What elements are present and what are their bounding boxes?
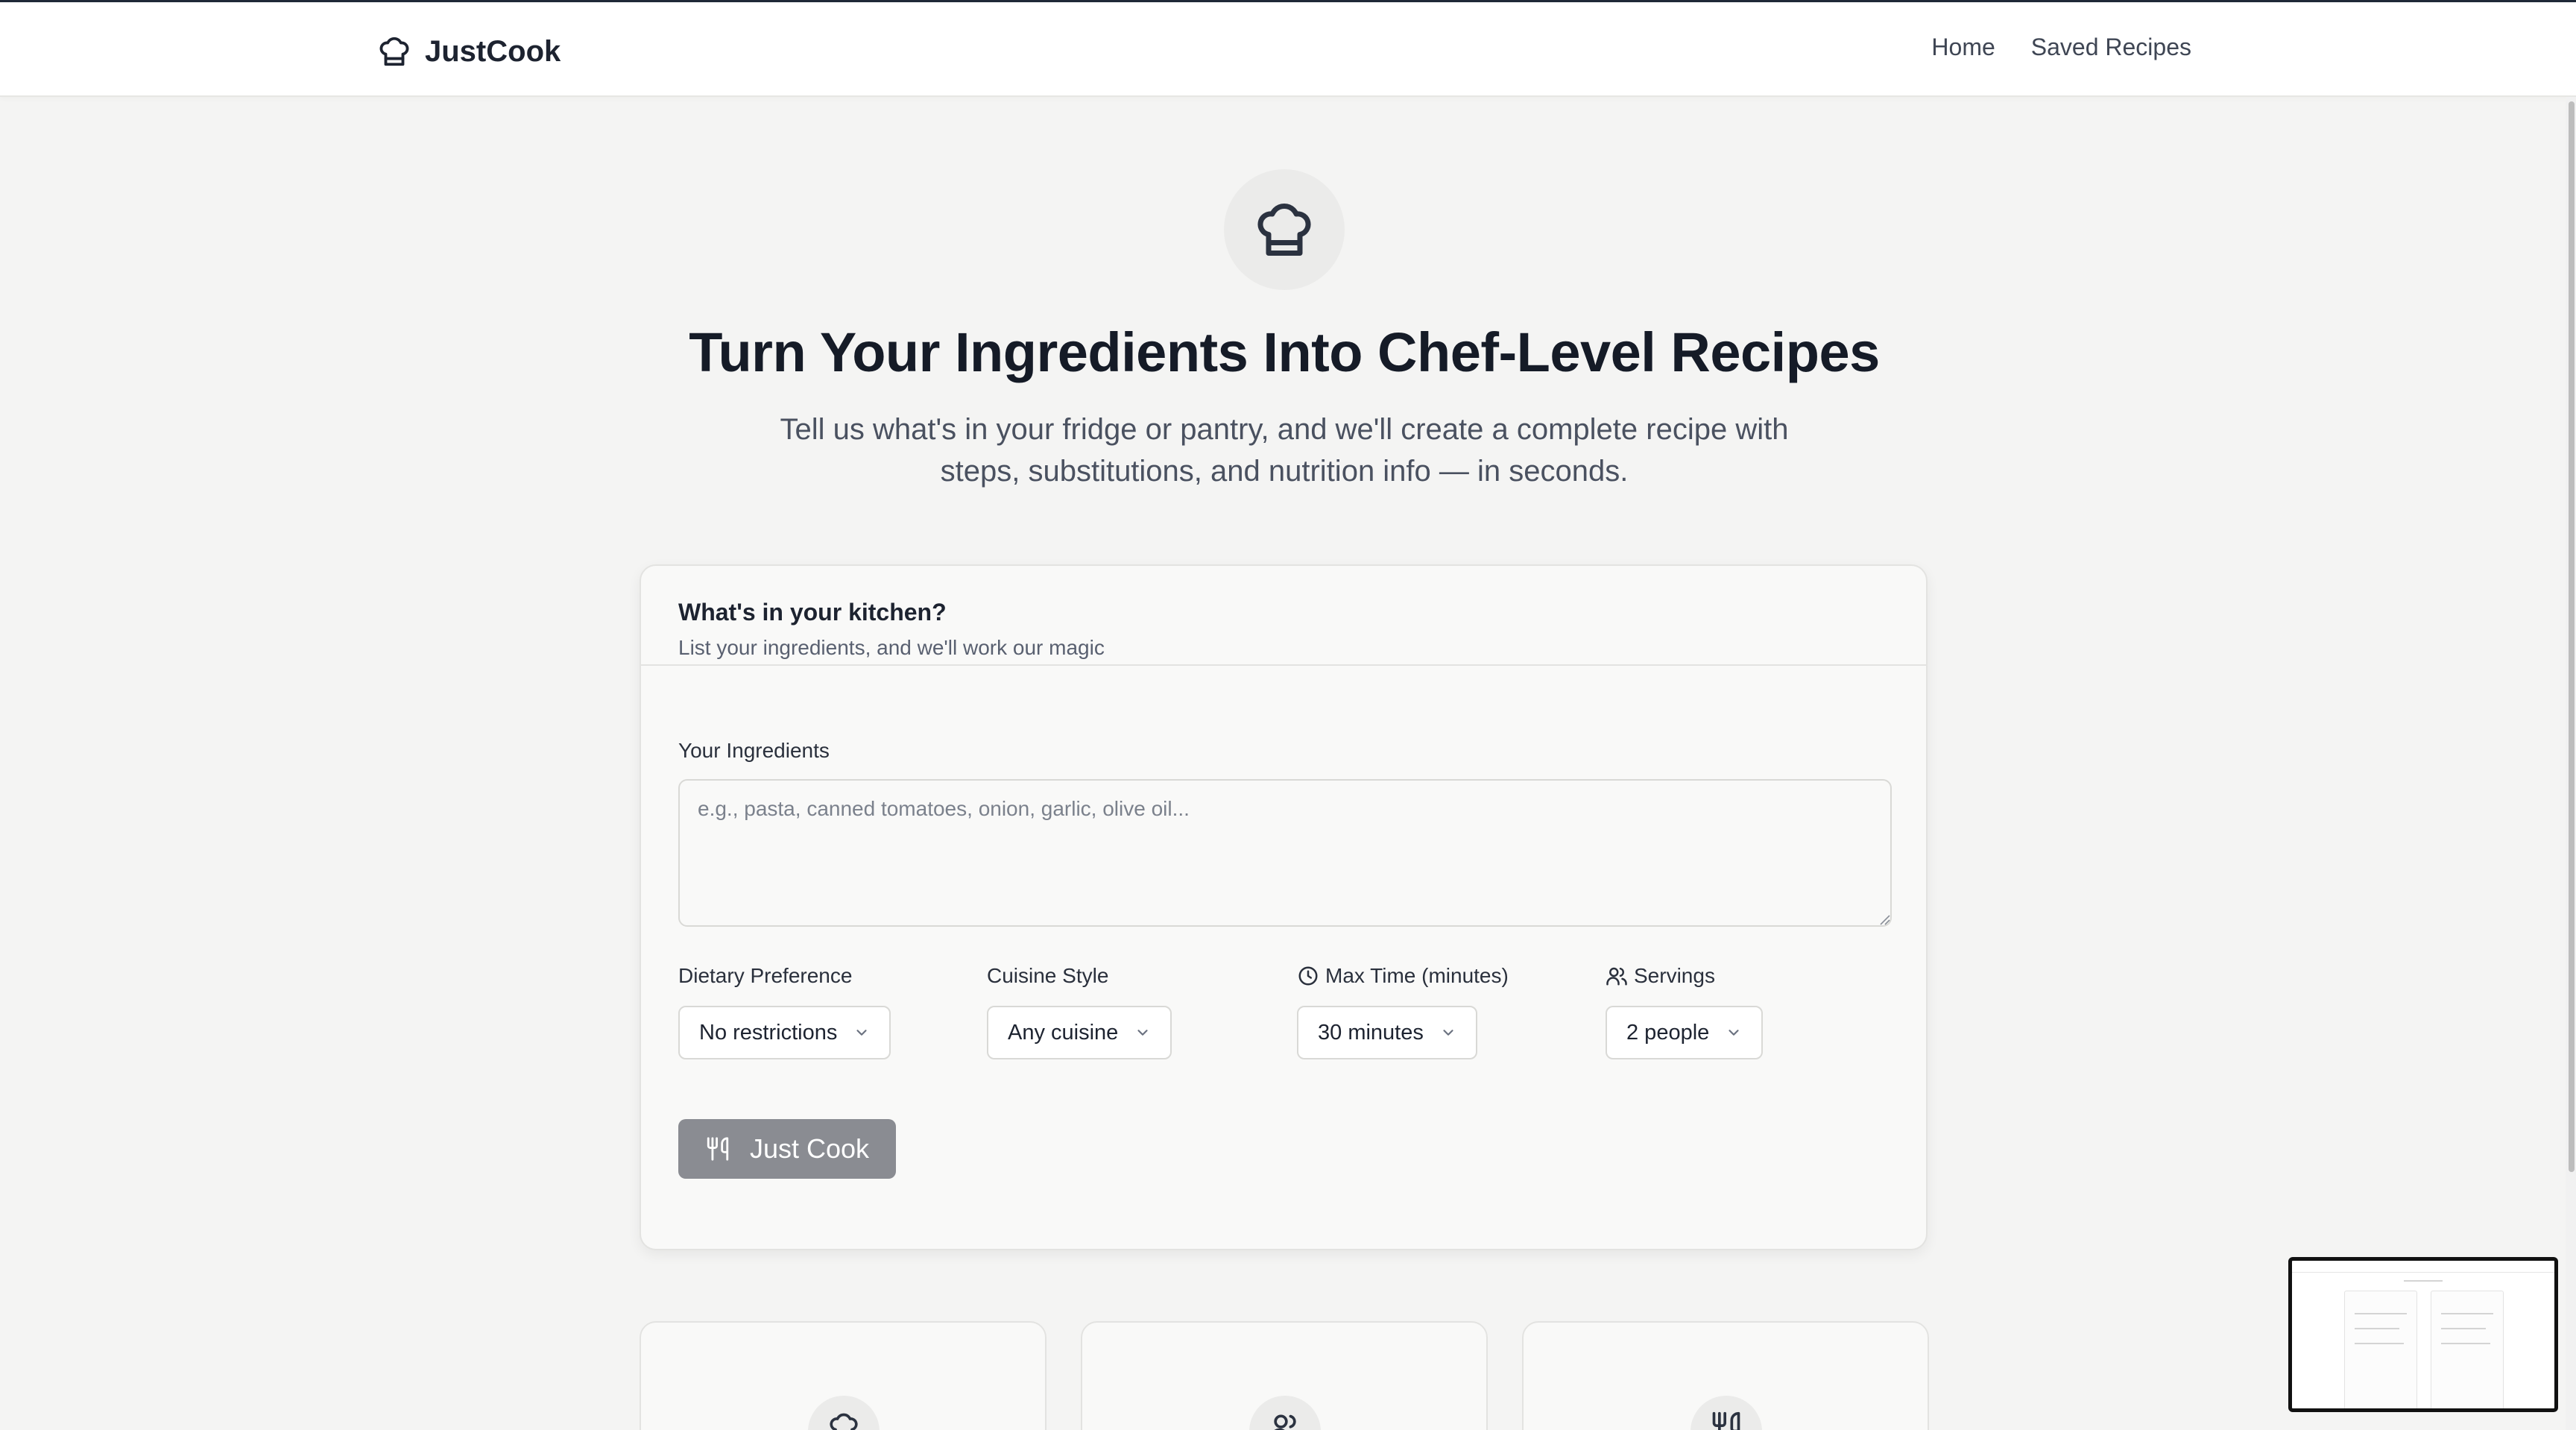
clock-icon [1298, 966, 1318, 986]
ingredients-label-text: Your Ingredients [678, 739, 830, 762]
just-cook-button-label: Just Cook [749, 1133, 870, 1164]
users-icon [1274, 1414, 1296, 1430]
just-cook-button[interactable]: Just Cook [678, 1119, 896, 1179]
max-time-select[interactable]: 30 minutes [1297, 1006, 1477, 1059]
max-time-label: Max Time (minutes) [1297, 964, 1509, 988]
users-icon [1606, 967, 1627, 986]
preview-thumbnail[interactable] [2288, 1257, 2558, 1412]
servings-label-text: Servings [1634, 964, 1715, 987]
recipe-form-card: What's in your kitchen? List your ingred… [640, 564, 1928, 1250]
cuisine-select-value: Any cuisine [1008, 1020, 1119, 1045]
servings-label: Servings [1606, 964, 1715, 988]
brand-logo[interactable]: JustCook [377, 31, 561, 72]
utensils-icon [707, 1137, 729, 1161]
chef-hat-icon [1257, 203, 1311, 256]
preview-line [2355, 1328, 2399, 1329]
feature-icon-badge [1690, 1396, 1762, 1430]
chevron-down-icon [1443, 1030, 1453, 1036]
brand-name: JustCook [425, 34, 561, 68]
hero-icon-badge [1224, 169, 1345, 290]
top-navbar: JustCook Home Saved Recipes [0, 0, 2576, 97]
preview-topbar [2292, 1261, 2554, 1273]
dietary-label: Dietary Preference [678, 964, 852, 988]
dietary-label-text: Dietary Preference [678, 964, 853, 987]
servings-select[interactable]: 2 people [1606, 1006, 1764, 1059]
nav-saved-recipes-link[interactable]: Saved Recipes [2031, 34, 2191, 61]
servings-select-value: 2 people [1626, 1020, 1710, 1045]
chevron-down-icon [1729, 1030, 1739, 1036]
feature-icon-badge [808, 1396, 880, 1430]
feature-card-1 [640, 1321, 1046, 1430]
preview-line [2355, 1343, 2404, 1344]
max-time-select-value: 30 minutes [1318, 1020, 1424, 1045]
card-header: What's in your kitchen? List your ingred… [641, 566, 1926, 666]
chef-hat-icon [379, 37, 409, 66]
chevron-down-icon [1137, 1030, 1148, 1036]
utensils-icon [1712, 1411, 1740, 1430]
preview-column [2431, 1291, 2504, 1408]
preview-line [2441, 1313, 2493, 1314]
app-window: JustCook Home Saved Recipes Turn Your In… [0, 0, 2576, 1430]
feature-icon-badge [1249, 1396, 1321, 1430]
preview-line [2355, 1313, 2407, 1314]
dietary-select[interactable]: No restrictions [678, 1006, 891, 1059]
chef-hat-icon [830, 1413, 858, 1430]
feature-card-3 [1522, 1321, 1929, 1430]
hero-title: Turn Your Ingredients Into Chef-Level Re… [689, 321, 1880, 383]
preview-line [2404, 1280, 2443, 1282]
ingredients-textarea[interactable] [678, 779, 1892, 927]
preview-column [2344, 1291, 2417, 1408]
max-time-label-text: Max Time (minutes) [1325, 964, 1509, 987]
cuisine-label-text: Cuisine Style [987, 964, 1109, 987]
cuisine-label: Cuisine Style [987, 964, 1108, 988]
hero-subtitle: Tell us what's in your fridge or pantry,… [780, 413, 1789, 488]
chevron-down-icon [856, 1030, 867, 1036]
nav-home-link[interactable]: Home [1931, 34, 1995, 61]
feature-card-2 [1081, 1321, 1488, 1430]
card-description: List your ingredients, and we'll work ou… [678, 636, 1105, 659]
resize-grip-icon[interactable] [1878, 913, 1890, 925]
page-scrollbar-thumb[interactable] [2569, 101, 2575, 1172]
preview-line [2441, 1343, 2490, 1344]
ingredients-label: Your Ingredients [678, 739, 830, 763]
preview-line [2441, 1328, 2486, 1329]
cuisine-select[interactable]: Any cuisine [987, 1006, 1172, 1059]
card-title: What's in your kitchen? [678, 599, 947, 626]
main-nav: Home Saved Recipes [1931, 34, 2191, 61]
dietary-select-value: No restrictions [699, 1020, 838, 1045]
